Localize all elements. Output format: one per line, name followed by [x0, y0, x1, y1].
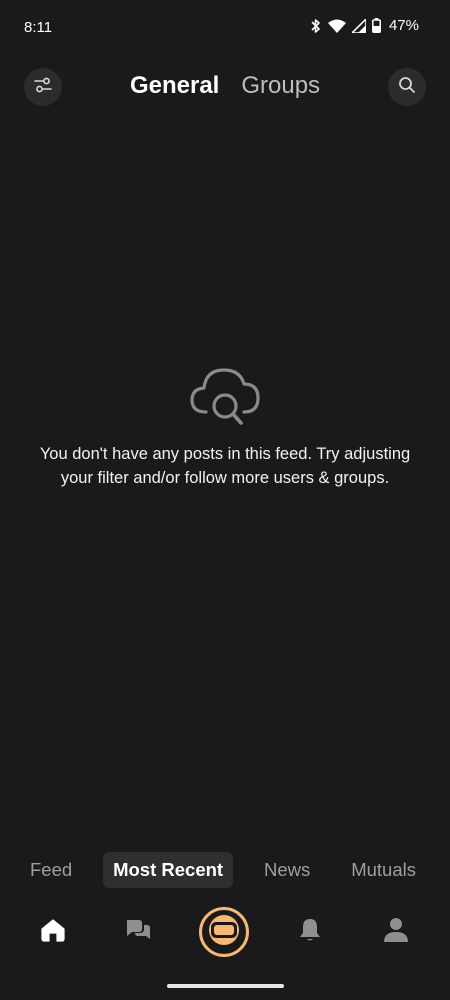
top-header: General Groups: [0, 68, 450, 108]
nav-notifications[interactable]: [282, 903, 338, 961]
wifi-icon: [327, 19, 346, 33]
status-icons: 47%: [310, 17, 419, 34]
nav-profile[interactable]: [368, 903, 424, 961]
feed-tab-mutuals[interactable]: Mutuals: [341, 852, 426, 888]
battery-percentage: 47%: [388, 17, 419, 34]
app-screen: 8:11 47% General Groups You don't have a…: [0, 0, 450, 1000]
feed-tab-news[interactable]: News: [254, 852, 320, 888]
bluetooth-icon: [310, 18, 322, 34]
bottom-navigation: [0, 903, 450, 961]
tab-general[interactable]: General: [130, 72, 219, 100]
empty-state-message: You don't have any posts in this feed. T…: [39, 445, 411, 487]
nav-messages[interactable]: [110, 903, 166, 961]
profile-icon: [383, 917, 409, 948]
chat-bubbles-icon: [124, 918, 152, 947]
status-time: 8:11: [24, 19, 53, 36]
cloud-search-icon: [0, 362, 450, 428]
empty-state: You don't have any posts in this feed. T…: [0, 362, 450, 490]
feed-tab-feed[interactable]: Feed: [20, 852, 82, 888]
signal-icon: [351, 18, 366, 33]
nav-center-button[interactable]: [196, 903, 252, 961]
status-bar: 8:11 47%: [0, 0, 450, 56]
tab-groups[interactable]: Groups: [241, 72, 320, 100]
search-button[interactable]: [388, 68, 426, 106]
battery-icon: [372, 18, 381, 33]
feed-tab-most-recent[interactable]: Most Recent: [103, 851, 234, 888]
header-tabs: General Groups: [0, 72, 450, 100]
app-center-button: [199, 907, 249, 957]
home-indicator[interactable]: [167, 984, 284, 988]
home-icon: [40, 918, 66, 947]
feed-selector: Feed Most Recent News Mutuals: [0, 851, 450, 888]
search-icon: [398, 76, 416, 99]
app-center-icon: [208, 914, 240, 951]
bell-icon: [298, 917, 322, 948]
nav-home[interactable]: [25, 903, 81, 961]
